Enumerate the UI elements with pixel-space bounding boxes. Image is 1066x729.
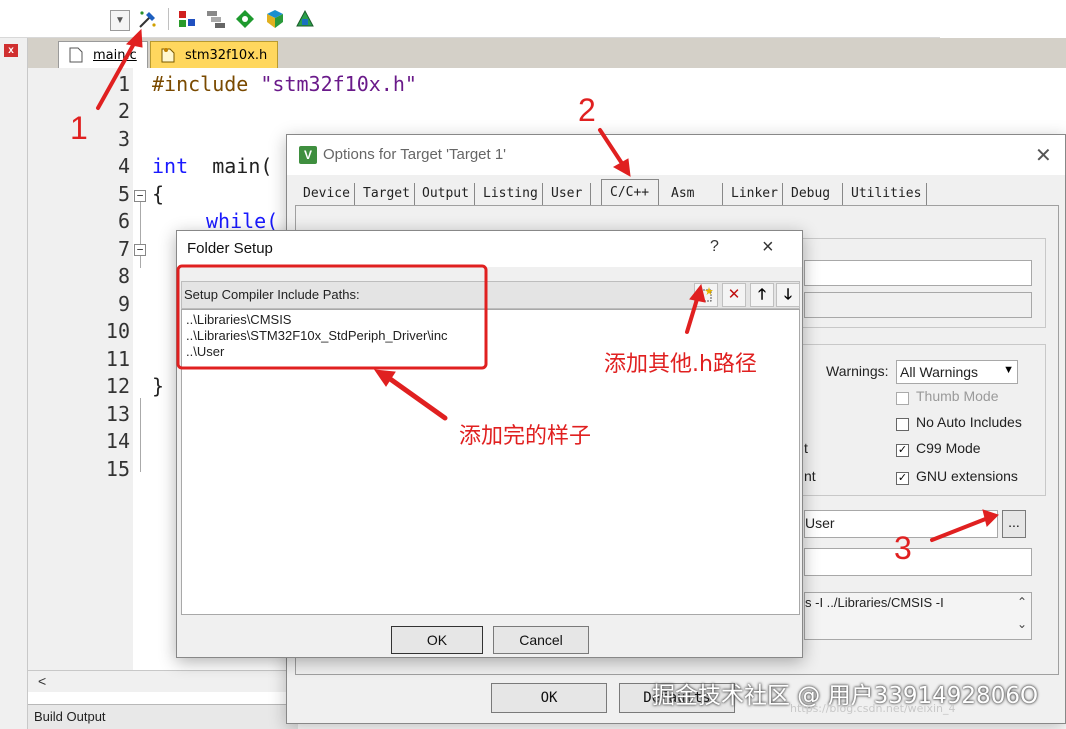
arrow-add-path xyxy=(685,294,700,334)
arrow-1 xyxy=(96,38,138,110)
arrow-1-head xyxy=(125,28,143,48)
arrow-3 xyxy=(930,516,990,542)
arrow-after-adding xyxy=(383,373,448,421)
annotation-after-adding: 添加完的样子 xyxy=(459,424,592,449)
annotation-add-other-h-path: 添加其他.h路径 xyxy=(604,352,757,377)
highlight-box xyxy=(176,264,488,370)
annotation-overlay xyxy=(96,28,999,542)
annotation-number-1: 1 xyxy=(70,110,88,146)
annotation-number-3: 3 xyxy=(894,530,912,566)
annotation-number-2: 2 xyxy=(578,92,596,128)
arrow-3-head xyxy=(982,509,999,527)
watermark-url: https://blog.csdn.net/weixin_4 xyxy=(790,702,956,715)
arrow-add-path-head xyxy=(689,283,706,303)
